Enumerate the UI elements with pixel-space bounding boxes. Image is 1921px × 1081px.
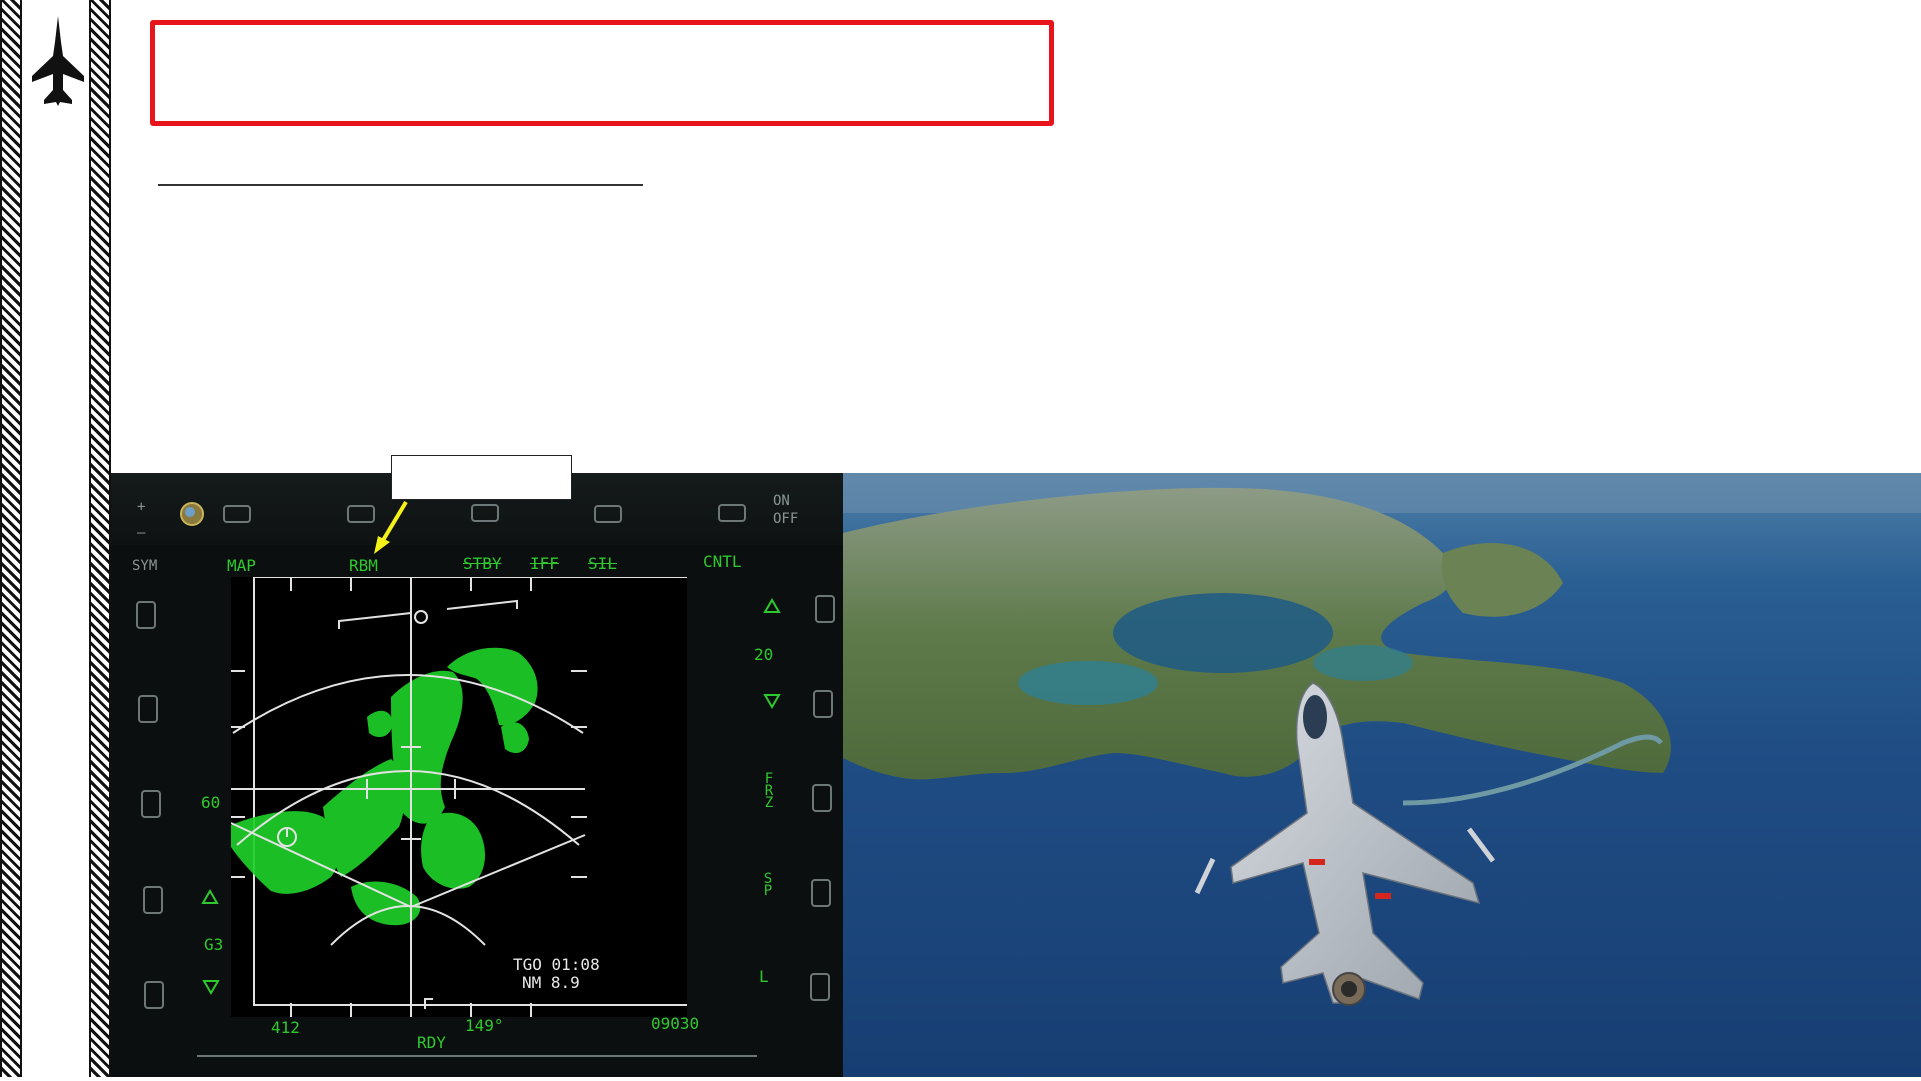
osb-label-stby: STBY xyxy=(463,554,502,573)
yellow-arrow-icon xyxy=(374,500,408,554)
gain-label: G3 xyxy=(204,935,224,954)
sun-brightness-icon[interactable] xyxy=(179,501,205,527)
osb-top-4[interactable] xyxy=(594,505,622,523)
aerial-photo-jet-over-island xyxy=(843,473,1921,1081)
radar-scope-graphics xyxy=(231,577,687,1017)
osb-left-1[interactable] xyxy=(136,601,156,629)
distance-readout: NM 8.9 xyxy=(522,973,580,992)
brightness-minus-label: – xyxy=(137,525,146,541)
bottom-left-readout: 412 xyxy=(271,1018,300,1037)
osb-label-sil: SIL xyxy=(588,554,617,573)
osb-right-4[interactable] xyxy=(811,879,831,907)
bottom-border xyxy=(0,1077,1921,1081)
osb-right-2[interactable] xyxy=(813,690,833,718)
time-to-go-readout: TGO 01:08 xyxy=(513,955,600,974)
scale-up-triangle-icon xyxy=(763,598,781,613)
bottom-bezel-line xyxy=(197,1055,757,1057)
title-box xyxy=(150,20,1054,126)
heading-readout: 149° xyxy=(465,1016,504,1035)
sp-label: SP xyxy=(763,871,773,899)
osb-top-5[interactable] xyxy=(718,504,746,522)
bottom-right-readout: 09030 xyxy=(651,1014,700,1033)
radar-status-readout: RDY xyxy=(417,1033,446,1052)
horizon-bars xyxy=(338,599,518,629)
range-value-label: 60 xyxy=(201,793,221,812)
osb-top-3[interactable] xyxy=(471,504,499,522)
osb-label-iff: IFF xyxy=(530,554,559,573)
osb-right-1[interactable] xyxy=(815,595,835,623)
radar-mfd-screenshot: + – ON OFF SYM MAP RBM STBY IFF SIL CNTL… xyxy=(111,473,843,1081)
brightness-plus-label: + xyxy=(137,499,146,515)
radar-screen: TGO 01:08 NM 8.9 xyxy=(231,577,687,1017)
osb-left-2[interactable] xyxy=(138,695,158,723)
fighter-jet-silhouette-icon xyxy=(32,16,84,106)
title-underline xyxy=(158,184,643,186)
power-on-label: ON xyxy=(773,493,790,509)
left-hatched-rail xyxy=(0,0,22,1081)
osb-left-5[interactable] xyxy=(144,981,164,1009)
power-off-label: OFF xyxy=(773,511,799,527)
osb-left-3[interactable] xyxy=(141,790,161,818)
freeze-label: FRZ xyxy=(764,771,774,811)
scale-down-triangle-icon xyxy=(763,694,781,709)
scale-value-label: 20 xyxy=(754,645,774,664)
range-up-triangle-icon xyxy=(201,889,219,904)
osb-right-3[interactable] xyxy=(812,784,832,812)
osb-label-rbm: RBM xyxy=(349,556,378,575)
osb-label-sym: SYM xyxy=(132,558,158,574)
osb-label-cntl: CNTL xyxy=(703,552,742,571)
osb-right-5[interactable] xyxy=(810,973,830,1001)
right-hatched-rail xyxy=(89,0,111,1081)
l-label: L xyxy=(759,967,769,986)
osb-left-4[interactable] xyxy=(143,886,163,914)
range-down-triangle-icon xyxy=(202,980,220,995)
callout-label-box xyxy=(391,455,572,500)
osb-top-1[interactable] xyxy=(223,505,251,523)
aerial-scene xyxy=(843,473,1921,1006)
ground-returns xyxy=(231,647,538,926)
osb-label-map: MAP xyxy=(227,556,256,575)
